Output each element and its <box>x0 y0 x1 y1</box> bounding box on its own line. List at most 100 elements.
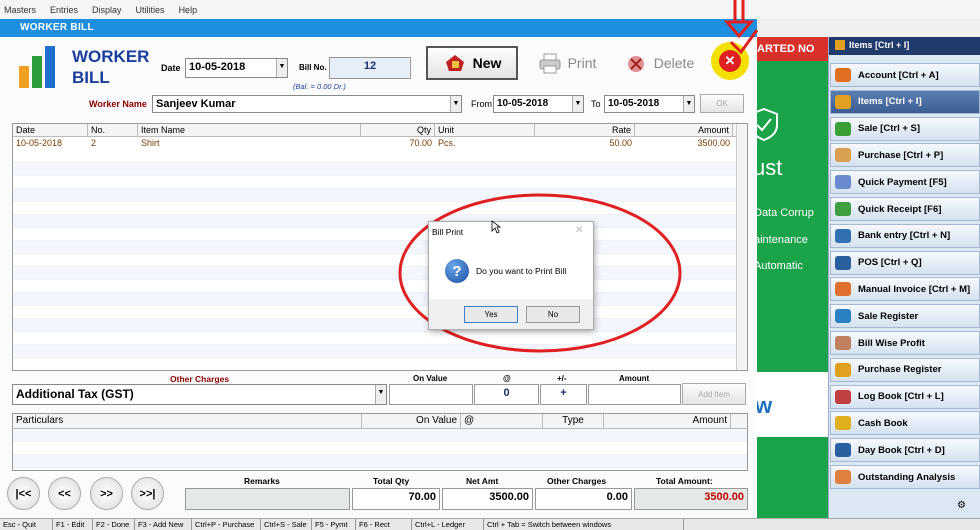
chevron-down-icon[interactable]: ▼ <box>572 96 583 112</box>
sidebar-item-log-book-ctrl-l[interactable]: Log Book [Ctrl + L] <box>830 384 980 409</box>
sidebar-tools-icon[interactable]: ⚙ <box>957 500 966 511</box>
charge-select[interactable]: Additional Tax (GST) ▼ <box>12 384 387 405</box>
from-date-value: 10-05-2018 <box>497 98 549 109</box>
question-icon: ? <box>445 259 469 283</box>
sidebar-item-icon <box>835 470 851 484</box>
sidebar-item-pos-ctrl-q[interactable]: POS [Ctrl + Q] <box>830 250 980 275</box>
new-icon <box>445 55 464 71</box>
total-qty-value: 70.00 <box>352 488 440 510</box>
other-charges-total-value: 0.00 <box>535 488 632 510</box>
sidebar-item-cash-book[interactable]: Cash Book <box>830 411 980 436</box>
col-at[interactable]: @ <box>461 414 543 428</box>
status-ctrl-tab: Ctrl + Tab = Switch between windows <box>484 519 684 530</box>
date-field[interactable]: 10-05-2018 ▼ <box>185 58 288 78</box>
from-date-field[interactable]: 10-05-2018 ▼ <box>493 95 584 113</box>
sidebar-item-account-ctrl-a[interactable]: Account [Ctrl + A] <box>830 63 980 87</box>
menu-help[interactable]: Help <box>179 5 198 15</box>
status-ctrl-p: Ctrl+P - Purchase <box>192 519 261 530</box>
sidebar-item-label: Sale Register <box>858 310 919 322</box>
chevron-down-icon[interactable]: ▼ <box>683 96 694 112</box>
dialog-close-icon[interactable]: ✕ <box>575 225 583 236</box>
remarks-input[interactable] <box>185 488 350 510</box>
on-value-input[interactable] <box>389 384 473 405</box>
sidebar-item-quick-payment-f5[interactable]: Quick Payment [F5] <box>830 170 980 195</box>
sidebar-item-manual-invoice-ctrl-m[interactable]: Manual Invoice [Ctrl + M] <box>830 277 980 302</box>
sidebar-item-bill-wise-profit[interactable]: Bill Wise Profit <box>830 331 980 355</box>
sidebar-item-items-ctrl-i[interactable]: Items [Ctrl + I] <box>830 89 980 114</box>
col-on-value[interactable]: On Value <box>362 414 461 428</box>
sidebar-item-day-book-ctrl-d[interactable]: Day Book [Ctrl + D] <box>830 438 980 463</box>
chevron-down-icon[interactable]: ▼ <box>375 385 386 404</box>
sidebar-item-quick-receipt-f6[interactable]: Quick Receipt [F6] <box>830 197 980 221</box>
billno-field[interactable]: 12 <box>329 57 411 79</box>
yes-button[interactable]: Yes <box>464 306 518 323</box>
col-item-name[interactable]: Item Name <box>138 124 361 136</box>
menu-utilities[interactable]: Utilities <box>136 5 165 15</box>
print-button[interactable]: Print <box>524 46 610 80</box>
plusminus-input[interactable]: + <box>540 384 587 405</box>
at-input[interactable]: 0 <box>474 384 539 405</box>
menu-masters[interactable]: Masters <box>4 5 36 15</box>
sidebar-header-label: Items [Ctrl + I] <box>849 40 910 50</box>
background-text-2: Data Corrup <box>757 207 814 219</box>
col-rate[interactable]: Rate <box>535 124 635 136</box>
background-text-3: aintenance <box>757 234 808 246</box>
table-row[interactable]: 10-05-2018 2 Shirt 70.00 Pcs. 50.00 3500… <box>13 137 747 150</box>
sidebar-item-label: Bill Wise Profit <box>858 337 925 349</box>
col-qty[interactable]: Qty <box>361 124 435 136</box>
sidebar-item-bank-entry-ctrl-n[interactable]: Bank entry [Ctrl + N] <box>830 223 980 248</box>
first-record-button[interactable]: |<< <box>7 477 40 510</box>
add-item-button[interactable]: Add Item <box>682 383 746 405</box>
col-no[interactable]: No. <box>88 124 138 136</box>
no-button[interactable]: No <box>526 306 580 323</box>
ok-button[interactable]: OK <box>700 94 744 113</box>
window-title: WORKER BILL <box>0 19 757 37</box>
col-type[interactable]: Type <box>543 414 604 428</box>
menu-display[interactable]: Display <box>92 5 122 15</box>
items-icon <box>835 40 845 50</box>
status-f5: F5 - Pymt <box>312 519 356 530</box>
worker-value: Sanjeev Kumar <box>156 98 236 110</box>
chevron-down-icon[interactable]: ▼ <box>276 59 287 77</box>
chevron-down-icon[interactable]: ▼ <box>450 96 461 112</box>
status-esc: Esc - Quit <box>0 519 53 530</box>
background-text-1: ust <box>757 155 783 180</box>
amount-input[interactable] <box>588 384 681 405</box>
grid-scrollbar[interactable] <box>736 124 747 370</box>
status-bar: Esc - Quit F1 - Edit F2 - Done F3 - Add … <box>0 518 980 530</box>
next-record-button[interactable]: >> <box>90 477 123 510</box>
billno-label: Bill No. <box>299 63 327 72</box>
col-charge-amount[interactable]: Amount <box>604 414 731 428</box>
menu-entries[interactable]: Entries <box>50 5 78 15</box>
status-f2: F2 - Done <box>93 519 135 530</box>
sidebar-item-icon <box>835 416 851 431</box>
print-button-label: Print <box>567 55 597 71</box>
last-record-button[interactable]: >>| <box>131 477 164 510</box>
delete-button[interactable]: Delete <box>616 46 702 80</box>
sidebar-item-purchase-register[interactable]: Purchase Register <box>830 357 980 382</box>
sidebar-item-sale-register[interactable]: Sale Register <box>830 304 980 329</box>
balance-text: (Bal. = 0.00 Dr.) <box>293 82 346 91</box>
col-date[interactable]: Date <box>13 124 88 136</box>
sidebar-item-sale-ctrl-s[interactable]: Sale [Ctrl + S] <box>830 116 980 141</box>
col-unit[interactable]: Unit <box>435 124 535 136</box>
status-ctrl-l: Ctrl+L - Ledger <box>412 519 484 530</box>
sidebar-item-label: POS [Ctrl + Q] <box>858 257 922 269</box>
remarks-label: Remarks <box>244 476 280 486</box>
sidebar-item-label: Purchase [Ctrl + P] <box>858 149 944 161</box>
sidebar-item-icon <box>835 362 851 377</box>
col-particulars[interactable]: Particulars <box>13 414 362 428</box>
new-button[interactable]: New <box>426 46 518 80</box>
sidebar-item-label: Outstanding Analysis <box>858 471 956 483</box>
sidebar-item-icon <box>835 336 851 350</box>
charges-grid[interactable]: Particulars On Value @ Type Amount <box>12 413 748 471</box>
items-grid-header: Date No. Item Name Qty Unit Rate Amount <box>13 124 747 137</box>
col-amount[interactable]: Amount <box>635 124 733 136</box>
to-date-field[interactable]: 10-05-2018 ▼ <box>604 95 695 113</box>
menu-bar: Masters Entries Display Utilities Help <box>0 0 980 19</box>
previous-record-button[interactable]: << <box>48 477 81 510</box>
sidebar-item-outstanding-analysis[interactable]: Outstanding Analysis <box>830 465 980 489</box>
worker-field[interactable]: Sanjeev Kumar ▼ <box>152 95 462 113</box>
sidebar-item-purchase-ctrl-p[interactable]: Purchase [Ctrl + P] <box>830 143 980 168</box>
total-qty-label: Total Qty <box>373 476 410 486</box>
